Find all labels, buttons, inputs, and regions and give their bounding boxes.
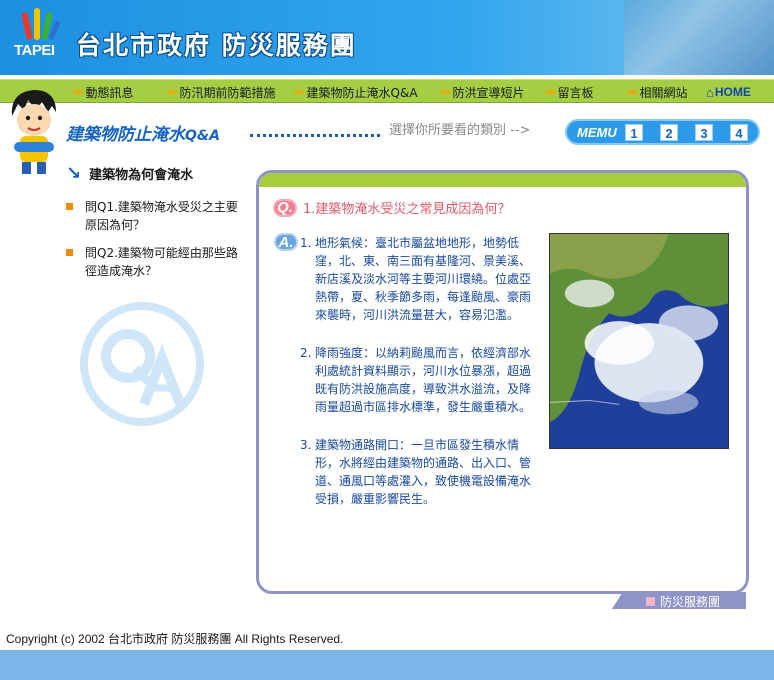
question-title: Q. 1.建築物淹水受災之常見成因為何？ xyxy=(273,198,510,217)
question-link-1[interactable]: 問Q1.建築物淹水受災之主要原因為何？ xyxy=(66,198,246,234)
menu-label: MEMU xyxy=(577,125,617,140)
page-title-suffix: Q&A xyxy=(185,128,220,144)
bullet-icon xyxy=(66,249,73,256)
nav-item-label: 防汛期前防範措施 xyxy=(179,85,276,100)
double-chevron-icon: »» xyxy=(166,85,178,99)
double-chevron-icon: »» xyxy=(72,85,84,99)
nav-item-label: 建築物防止淹水Q&A xyxy=(306,85,418,100)
panel-tab: 防災服務團 xyxy=(646,593,720,610)
panel-top-bar xyxy=(259,173,746,187)
menu-button-1[interactable]: 1 xyxy=(625,124,643,141)
category-menu: MEMU 1 2 3 4 xyxy=(565,119,760,145)
nav-item-label: 防洪宣導短片 xyxy=(452,85,525,100)
question-text: 1.建築物淹水受災之常見成因為何？ xyxy=(303,202,511,217)
answer-number: 1. xyxy=(300,236,312,250)
page-title: 建築物防止淹水Q&A xyxy=(66,120,220,145)
question-link-2[interactable]: 問Q2.建築物可能經由那些路徑造成淹水？ xyxy=(66,244,246,280)
question-link-text: 問Q1.建築物淹水受災之主要原因為何？ xyxy=(85,200,238,232)
answer-item: 3. 建築物通路開口：一旦市區發生積水情形，水將經由建築物的通路、出入口、管道、… xyxy=(300,436,536,508)
category-hint: 選擇你所要看的類別 --> xyxy=(389,123,531,138)
nav-item-prevention[interactable]: »» 防汛期前防範措施 xyxy=(166,83,276,101)
nav-item-guestbook[interactable]: »» 留言板 xyxy=(544,83,594,101)
a-badge-icon: A. xyxy=(274,233,298,251)
question-link-text: 問Q2.建築物可能經由那些路徑造成淹水？ xyxy=(85,246,238,278)
nav-item-label: 留言板 xyxy=(557,85,594,100)
square-icon xyxy=(646,597,655,606)
copyright-text: Copyright (c) 2002 台北市政府 防災服務團 All Right… xyxy=(6,632,344,646)
site-title: 台北市政府 防災服務團 xyxy=(76,31,357,60)
nav-item-label: 動態訊息 xyxy=(85,85,134,100)
nav-item-label: 相關網站 xyxy=(639,85,688,100)
question-list: 問Q1.建築物淹水受災之主要原因為何？ 問Q2.建築物可能經由那些路徑造成淹水？ xyxy=(66,198,246,290)
menu-button-3[interactable]: 3 xyxy=(695,124,713,141)
arrow-down-right-icon: ↘ xyxy=(66,163,82,184)
main-nav: »» 動態訊息 »» 防汛期前防範措施 »» 建築物防止淹水Q&A »» 防洪宣… xyxy=(0,79,774,103)
answer-text: 降雨強度：以納莉颱風而言，依經濟部水利處統計資料顯示，河川水位暴漲，超過既有防洪… xyxy=(315,346,532,414)
double-chevron-icon: »» xyxy=(439,85,451,99)
page-title-text: 建築物防止淹水 xyxy=(66,125,185,145)
bullet-icon xyxy=(66,203,73,210)
section-heading-text: 建築物為何會淹水 xyxy=(89,168,194,183)
panel-tab-text: 防災服務團 xyxy=(660,595,721,609)
menu-button-2[interactable]: 2 xyxy=(660,124,678,141)
header-decoration xyxy=(624,0,774,75)
section-heading: ↘ 建築物為何會淹水 xyxy=(66,163,193,184)
q-badge-icon: Q. xyxy=(273,198,297,217)
mascot-boy-icon xyxy=(11,90,56,174)
satellite-image xyxy=(549,233,729,449)
dotted-divider xyxy=(250,134,380,137)
menu-button-4[interactable]: 4 xyxy=(730,124,748,141)
nav-item-news[interactable]: »» 動態訊息 xyxy=(72,83,134,101)
home-button[interactable]: ⌂ HOME xyxy=(706,83,751,101)
answer-item: 1. 地形氣候：臺北市屬盆地地形，地勢低窪，北、東、南三面有基隆河、景美溪、新店… xyxy=(300,234,536,324)
answer-list: 1. 地形氣候：臺北市屬盆地地形，地勢低窪，北、東、南三面有基隆河、景美溪、新店… xyxy=(300,234,536,528)
answer-number: 2. xyxy=(300,346,312,360)
nav-item-links[interactable]: »» 相關網站 xyxy=(626,83,688,101)
answer-item: 2. 降雨強度：以納莉颱風而言，依經濟部水利處統計資料顯示，河川水位暴漲，超過既… xyxy=(300,344,536,416)
answer-text: 建築物通路開口：一旦市區發生積水情形，水將經由建築物的通路、出入口、管道、通風口… xyxy=(315,438,532,506)
footer-bar xyxy=(0,650,774,680)
answer-text: 地形氣候：臺北市屬盆地地形，地勢低窪，北、東、南三面有基隆河、景美溪、新店溪及淡… xyxy=(315,236,532,322)
home-label: HOME xyxy=(714,85,751,99)
double-chevron-icon: »» xyxy=(293,85,305,99)
nav-item-qa[interactable]: »» 建築物防止淹水Q&A xyxy=(293,83,418,101)
logo-text: TAPEI xyxy=(14,42,55,59)
double-chevron-icon: »» xyxy=(626,85,638,99)
qa-watermark-icon xyxy=(80,302,204,426)
home-icon: ⌂ xyxy=(706,84,714,100)
double-chevron-icon: »» xyxy=(544,85,556,99)
nav-item-videos[interactable]: »» 防洪宣導短片 xyxy=(439,83,525,101)
site-header: TAPEI 台北市政府 防災服務團 xyxy=(0,0,774,75)
answer-number: 3. xyxy=(300,438,312,452)
